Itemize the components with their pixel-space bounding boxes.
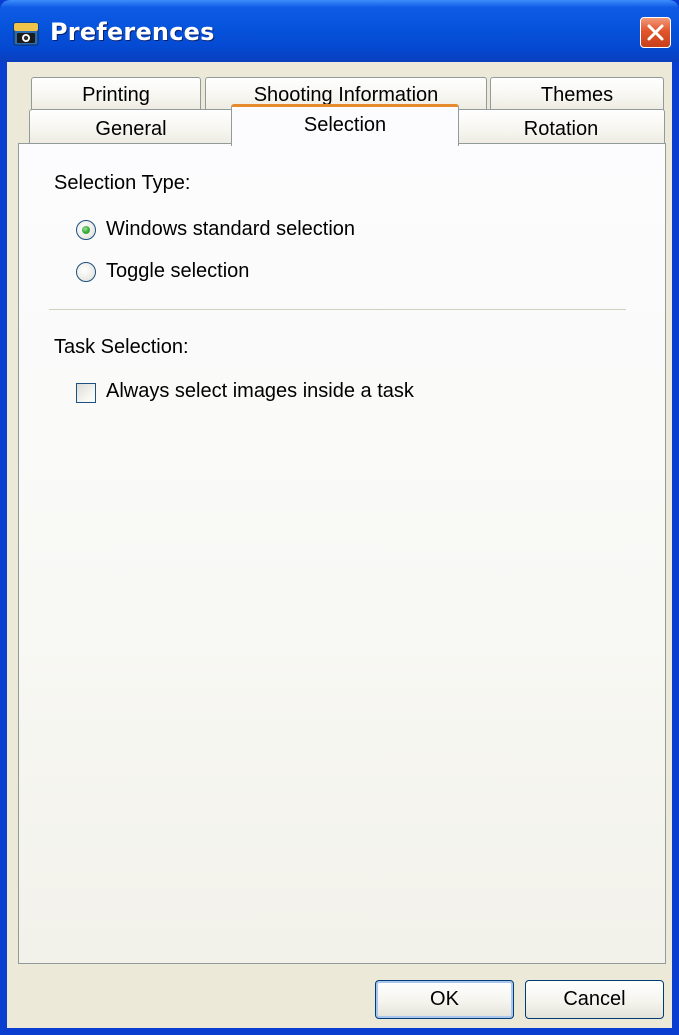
cancel-button[interactable]: Cancel: [525, 980, 664, 1019]
tab-general[interactable]: General: [29, 109, 233, 145]
tab-rotation[interactable]: Rotation: [457, 109, 665, 145]
preferences-dialog: Preferences Printing Shooting Informatio…: [0, 0, 679, 1035]
checkbox-label-always-select[interactable]: Always select images inside a task: [106, 380, 414, 403]
task-selection-heading: Task Selection:: [54, 336, 189, 358]
section-separator: [49, 309, 626, 310]
selection-type-heading: Selection Type:: [54, 172, 191, 194]
ok-button[interactable]: OK: [375, 980, 514, 1019]
window-title: Preferences: [50, 18, 215, 46]
tab-label: Rotation: [523, 118, 599, 140]
radio-selected-dot: [82, 226, 90, 234]
radio-label-toggle-selection[interactable]: Toggle selection: [106, 260, 249, 283]
tab-printing[interactable]: Printing: [31, 77, 201, 111]
radio-windows-standard-selection[interactable]: [76, 220, 96, 240]
radio-toggle-selection[interactable]: [76, 262, 96, 282]
tab-label: General: [95, 118, 167, 140]
tab-label: Printing: [82, 84, 150, 106]
always-select-images-checkbox[interactable]: [76, 383, 96, 403]
tab-label: Themes: [540, 84, 614, 106]
camera-app-icon: [13, 22, 39, 46]
radio-label-windows-standard[interactable]: Windows standard selection: [106, 218, 355, 241]
title-bar[interactable]: Preferences: [0, 0, 679, 62]
tab-themes[interactable]: Themes: [490, 77, 664, 111]
close-button[interactable]: [640, 17, 671, 48]
tab-label: Selection: [303, 114, 387, 136]
tab-selection[interactable]: Selection: [231, 104, 459, 146]
close-icon: [647, 24, 664, 41]
